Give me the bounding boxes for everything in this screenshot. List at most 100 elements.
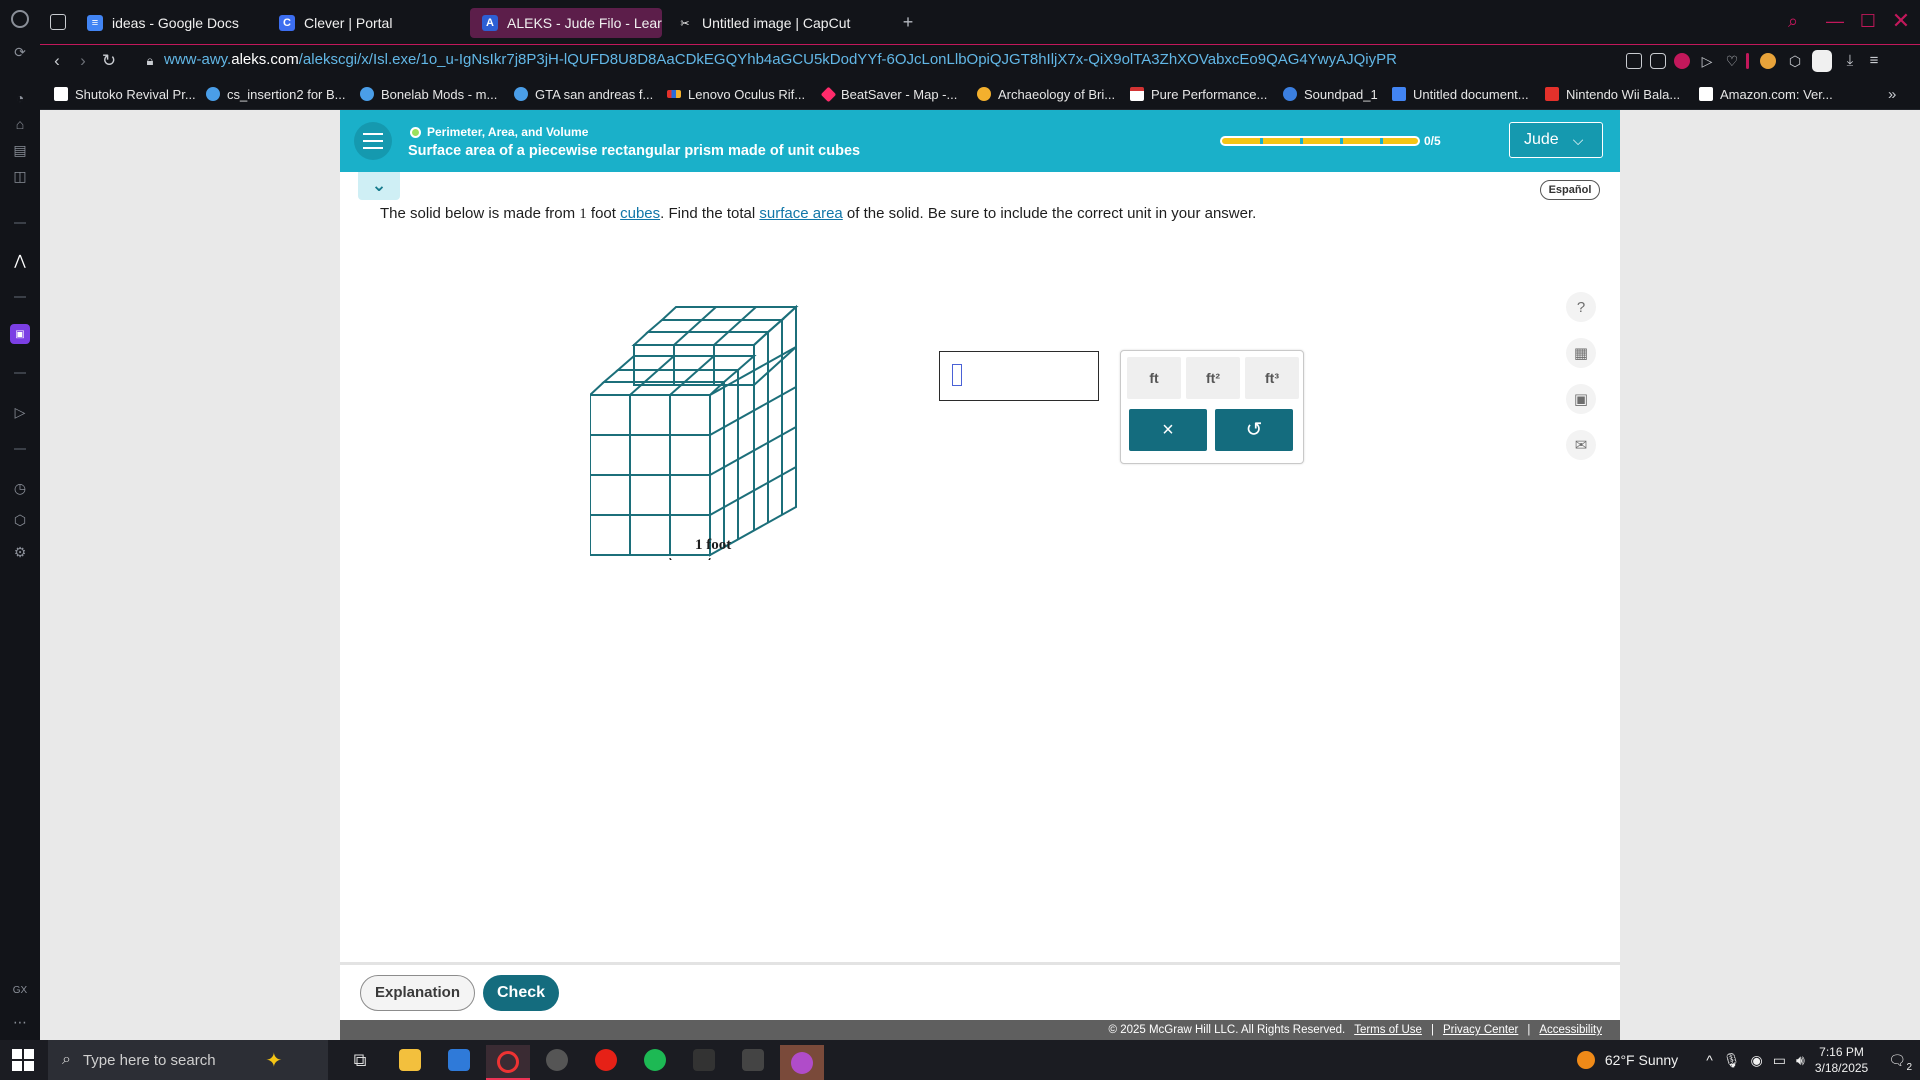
hamburger-menu-button[interactable]: [354, 122, 392, 160]
bookmark-item[interactable]: Pure Performance...: [1130, 85, 1267, 103]
tab-clever[interactable]: C Clever | Portal: [267, 8, 452, 38]
profile-icon[interactable]: [1812, 50, 1832, 72]
tab-label: Untitled image | CapCut: [702, 15, 851, 31]
search-tabs-icon[interactable]: ⌕: [1780, 8, 1806, 34]
reload-button[interactable]: ↻: [97, 49, 121, 73]
back-button[interactable]: ‹: [45, 49, 69, 73]
windows-start-icon[interactable]: [12, 1049, 34, 1071]
bookmark-item[interactable]: Lenovo Oculus Rif...: [667, 85, 805, 103]
call-of-duty-icon[interactable]: [682, 1045, 726, 1075]
tab-capcut[interactable]: ✂ Untitled image | CapCut: [665, 8, 865, 38]
weather-text[interactable]: 62°F Sunny: [1605, 1052, 1678, 1068]
answer-caret: [952, 364, 962, 386]
tab-google-docs[interactable]: ≡ ideas - Google Docs: [75, 8, 260, 38]
action-footer: Explanation Check: [340, 962, 1620, 1020]
url-field[interactable]: www-awy.aleks.com/alekscgi/x/Isl.exe/1o_…: [164, 51, 1397, 68]
bookmark-item[interactable]: Bonelab Mods - m...: [360, 85, 497, 103]
google-docs-icon: ≡: [87, 15, 103, 31]
aria-icon[interactable]: ◔: [10, 88, 30, 108]
extension-badge-icon[interactable]: [1760, 53, 1776, 69]
explanation-button[interactable]: Explanation: [360, 975, 475, 1011]
cubes-link[interactable]: cubes: [620, 205, 660, 222]
new-tab-button[interactable]: +: [898, 12, 918, 32]
bookmark-label: cs_insertion2 for B...: [227, 86, 346, 102]
bookmark-item[interactable]: Soundpad_1: [1283, 85, 1378, 103]
clock[interactable]: 7:16 PM 3/18/2025: [1815, 1044, 1868, 1076]
extensions-cube-icon[interactable]: ⬡: [10, 510, 30, 530]
undo-button[interactable]: ↺: [1215, 409, 1293, 451]
microphone-icon[interactable]: 🎙︎: [1723, 1052, 1741, 1069]
cube-icon[interactable]: ⬡: [1783, 49, 1807, 73]
youtube-icon[interactable]: [584, 1045, 628, 1075]
bookmark-item[interactable]: Untitled document...: [1392, 85, 1529, 103]
taskbar-search[interactable]: ⌕ Type here to search ✦: [48, 1040, 328, 1080]
edit-icon[interactable]: [1626, 53, 1642, 69]
lock-icon[interactable]: 🔒︎: [138, 49, 162, 73]
notification-icon[interactable]: 🗨︎ 2: [1888, 1052, 1912, 1073]
unit-ft3-button[interactable]: ft³: [1245, 357, 1299, 399]
espanol-button[interactable]: Español: [1540, 180, 1600, 200]
surface-area-link[interactable]: surface area: [759, 205, 842, 222]
bookmark-item[interactable]: Shutoko Revival Pr...: [54, 85, 196, 103]
bookmark-item[interactable]: cs_insertion2 for B...: [206, 85, 346, 103]
bookmark-item[interactable]: Archaeology of Bri...: [977, 85, 1115, 103]
task-view-icon[interactable]: ⧉: [338, 1045, 382, 1075]
heart-icon[interactable]: ♡: [1720, 49, 1744, 73]
bookmark-item[interactable]: GTA san andreas f...: [514, 85, 653, 103]
bookmark-item[interactable]: BeatSaver - Map -...: [820, 85, 957, 103]
vpn-icon[interactable]: [1674, 53, 1690, 69]
tab-menu-icon[interactable]: [50, 14, 66, 30]
app-icon[interactable]: [535, 1045, 579, 1075]
collapse-header-button[interactable]: ⌄: [358, 172, 400, 200]
user-name: Jude: [1524, 131, 1559, 148]
messenger-icon[interactable]: ◫: [10, 166, 30, 186]
privacy-link[interactable]: Privacy Center: [1443, 1024, 1518, 1036]
close-window-button[interactable]: ✕: [1888, 8, 1914, 34]
bookmarks-overflow-icon[interactable]: »: [1888, 85, 1896, 103]
unit-ft-button[interactable]: ft: [1127, 357, 1181, 399]
tab-aleks[interactable]: A ALEKS - Jude Filo - Learn: [470, 8, 662, 38]
clear-button[interactable]: ×: [1129, 409, 1207, 451]
opera-taskbar-icon[interactable]: [486, 1045, 530, 1080]
send-icon[interactable]: ▷: [1695, 49, 1719, 73]
twitch-icon[interactable]: ▣: [10, 324, 30, 344]
dictionary-icon[interactable]: ▣: [1566, 384, 1596, 414]
sync-icon[interactable]: ⟳: [10, 42, 30, 62]
spotify-icon[interactable]: [633, 1045, 677, 1075]
download-icon[interactable]: ⤓: [1838, 49, 1862, 73]
aleks-sidebar-icon[interactable]: ⋀: [10, 250, 30, 270]
check-button[interactable]: Check: [483, 975, 559, 1011]
webcam-icon[interactable]: ◉: [1751, 1052, 1763, 1069]
player-icon[interactable]: ▷: [10, 402, 30, 422]
easy-setup-icon[interactable]: ≡: [1862, 49, 1886, 73]
user-menu-button[interactable]: Jude ⌵: [1509, 122, 1603, 158]
more-icon[interactable]: ⋯: [10, 1012, 30, 1032]
terms-link[interactable]: Terms of Use: [1354, 1024, 1422, 1036]
bookmark-item[interactable]: Amazon.com: Ver...: [1699, 85, 1833, 103]
maximize-button[interactable]: ☐: [1855, 8, 1881, 34]
game-app-icon[interactable]: [780, 1045, 824, 1080]
wallet-icon[interactable]: ▤: [10, 140, 30, 160]
capcut-taskbar-icon[interactable]: [731, 1045, 775, 1075]
snapshot-icon[interactable]: [1650, 53, 1666, 69]
bookmark-item[interactable]: Nintendo Wii Bala...: [1545, 85, 1680, 103]
gx-icon[interactable]: GX: [10, 980, 30, 1000]
accessibility-link[interactable]: Accessibility: [1539, 1024, 1602, 1036]
bookmark-label: Shutoko Revival Pr...: [75, 86, 196, 102]
minimize-button[interactable]: —: [1822, 8, 1848, 34]
volume-icon[interactable]: 🔊︎: [1796, 1052, 1805, 1069]
store-icon[interactable]: [437, 1045, 481, 1075]
network-icon[interactable]: ▭: [1773, 1052, 1786, 1069]
help-icon[interactable]: ?: [1566, 292, 1596, 322]
settings-gear-icon[interactable]: ⚙: [10, 542, 30, 562]
shop-icon[interactable]: ⌂: [10, 114, 30, 134]
opera-logo-icon[interactable]: [11, 10, 29, 28]
calculator-icon[interactable]: ▦: [1566, 338, 1596, 368]
file-explorer-icon[interactable]: [388, 1045, 432, 1075]
chevron-up-icon[interactable]: ^: [1706, 1052, 1713, 1068]
forward-button[interactable]: ›: [71, 49, 95, 73]
message-envelope-icon[interactable]: ✉: [1566, 430, 1596, 460]
history-icon[interactable]: ◷: [10, 478, 30, 498]
unit-ft2-button[interactable]: ft²: [1186, 357, 1240, 399]
answer-input[interactable]: [939, 351, 1099, 401]
